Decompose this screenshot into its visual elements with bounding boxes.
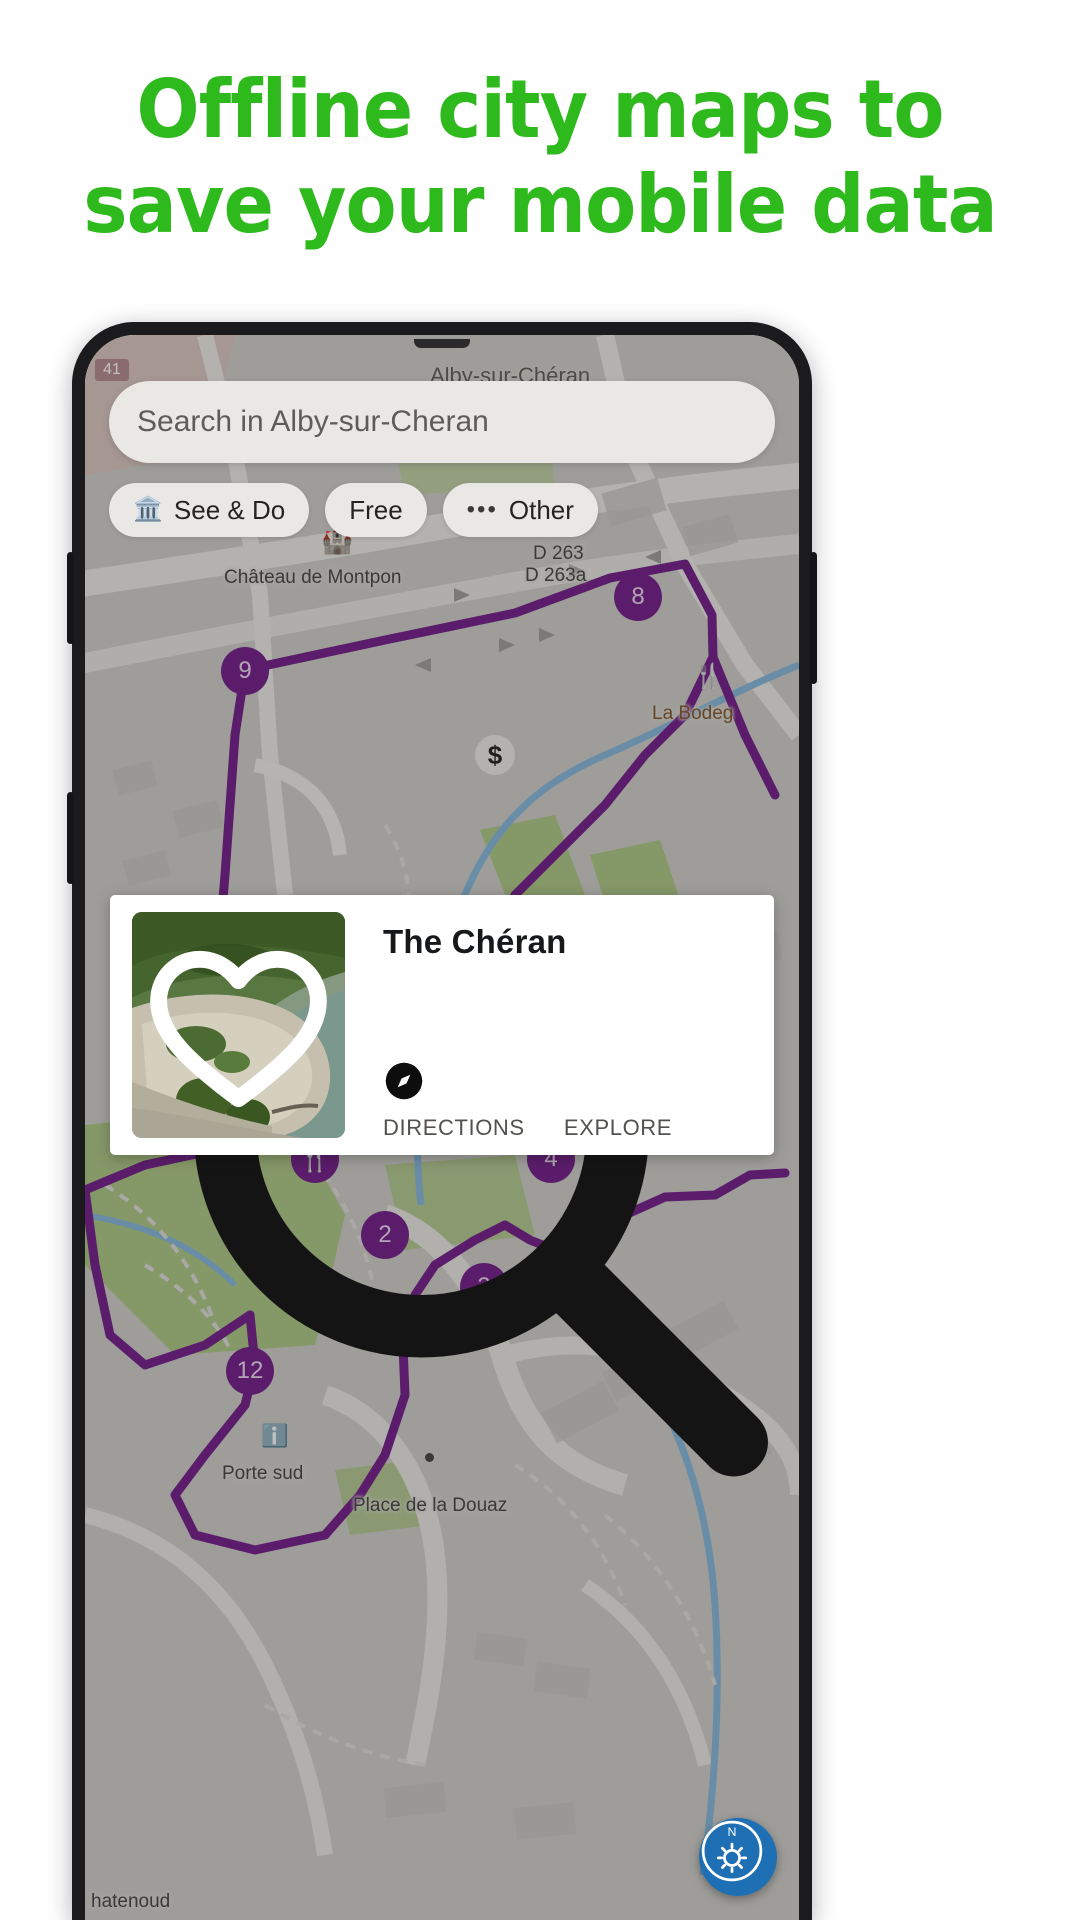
promo-headline-line1: Offline city maps to	[136, 63, 944, 156]
filter-chip-row: 🏛️ See & Do Free ••• Other	[109, 483, 598, 537]
promo-screenshot: Offline city maps to save your mobile da…	[0, 0, 1080, 1920]
chip-free-label: Free	[349, 494, 403, 525]
map-canvas[interactable]: 41 Alby-sur-Chéran 🏰 Château de Montpon …	[85, 335, 799, 1920]
compass-icon	[385, 1060, 683, 1106]
volume-down-button[interactable]	[67, 792, 74, 884]
compass-fab-button[interactable]: N	[699, 1818, 777, 1896]
notch	[414, 339, 470, 348]
directions-label: DIRECTIONS	[383, 1115, 525, 1140]
ellipsis-icon: •••	[466, 496, 498, 523]
compass-north-icon: N	[701, 1820, 763, 1882]
place-action-row: DIRECTIONS EXPLORE	[383, 1060, 683, 1141]
museum-icon: 🏛️	[133, 496, 163, 523]
promo-headline-line2: save your mobile data	[83, 158, 997, 251]
explore-button[interactable]: EXPLORE	[385, 1060, 683, 1141]
volume-up-button[interactable]	[67, 552, 74, 644]
road-shield-41: 41	[95, 359, 129, 381]
chip-free[interactable]: Free	[325, 483, 427, 537]
favorite-heart-icon[interactable]	[132, 912, 345, 1138]
place-title: The Chéran	[383, 923, 567, 960]
phone-screen: 41 Alby-sur-Chéran 🏰 Château de Montpon …	[85, 335, 799, 1920]
chip-other[interactable]: ••• Other	[442, 483, 598, 537]
chip-see-and-do-label: See & Do	[173, 494, 286, 525]
place-photo[interactable]	[132, 912, 345, 1138]
chip-other-label: Other	[508, 494, 574, 525]
promo-headline: Offline city maps to save your mobile da…	[38, 62, 1042, 252]
power-button[interactable]	[810, 552, 817, 684]
phone-mockup: 41 Alby-sur-Chéran 🏰 Château de Montpon …	[67, 322, 817, 1920]
chip-see-and-do[interactable]: 🏛️ See & Do	[109, 483, 310, 537]
svg-text:N: N	[728, 1825, 737, 1839]
place-info-card[interactable]: The Chéran DIRECTIONS EXPLORE	[110, 895, 774, 1155]
search-bar[interactable]: Search in Alby-sur-Cheran	[109, 381, 775, 1477]
place-info-body: The Chéran DIRECTIONS EXPLORE	[345, 895, 774, 1155]
explore-label: EXPLORE	[563, 1115, 673, 1140]
